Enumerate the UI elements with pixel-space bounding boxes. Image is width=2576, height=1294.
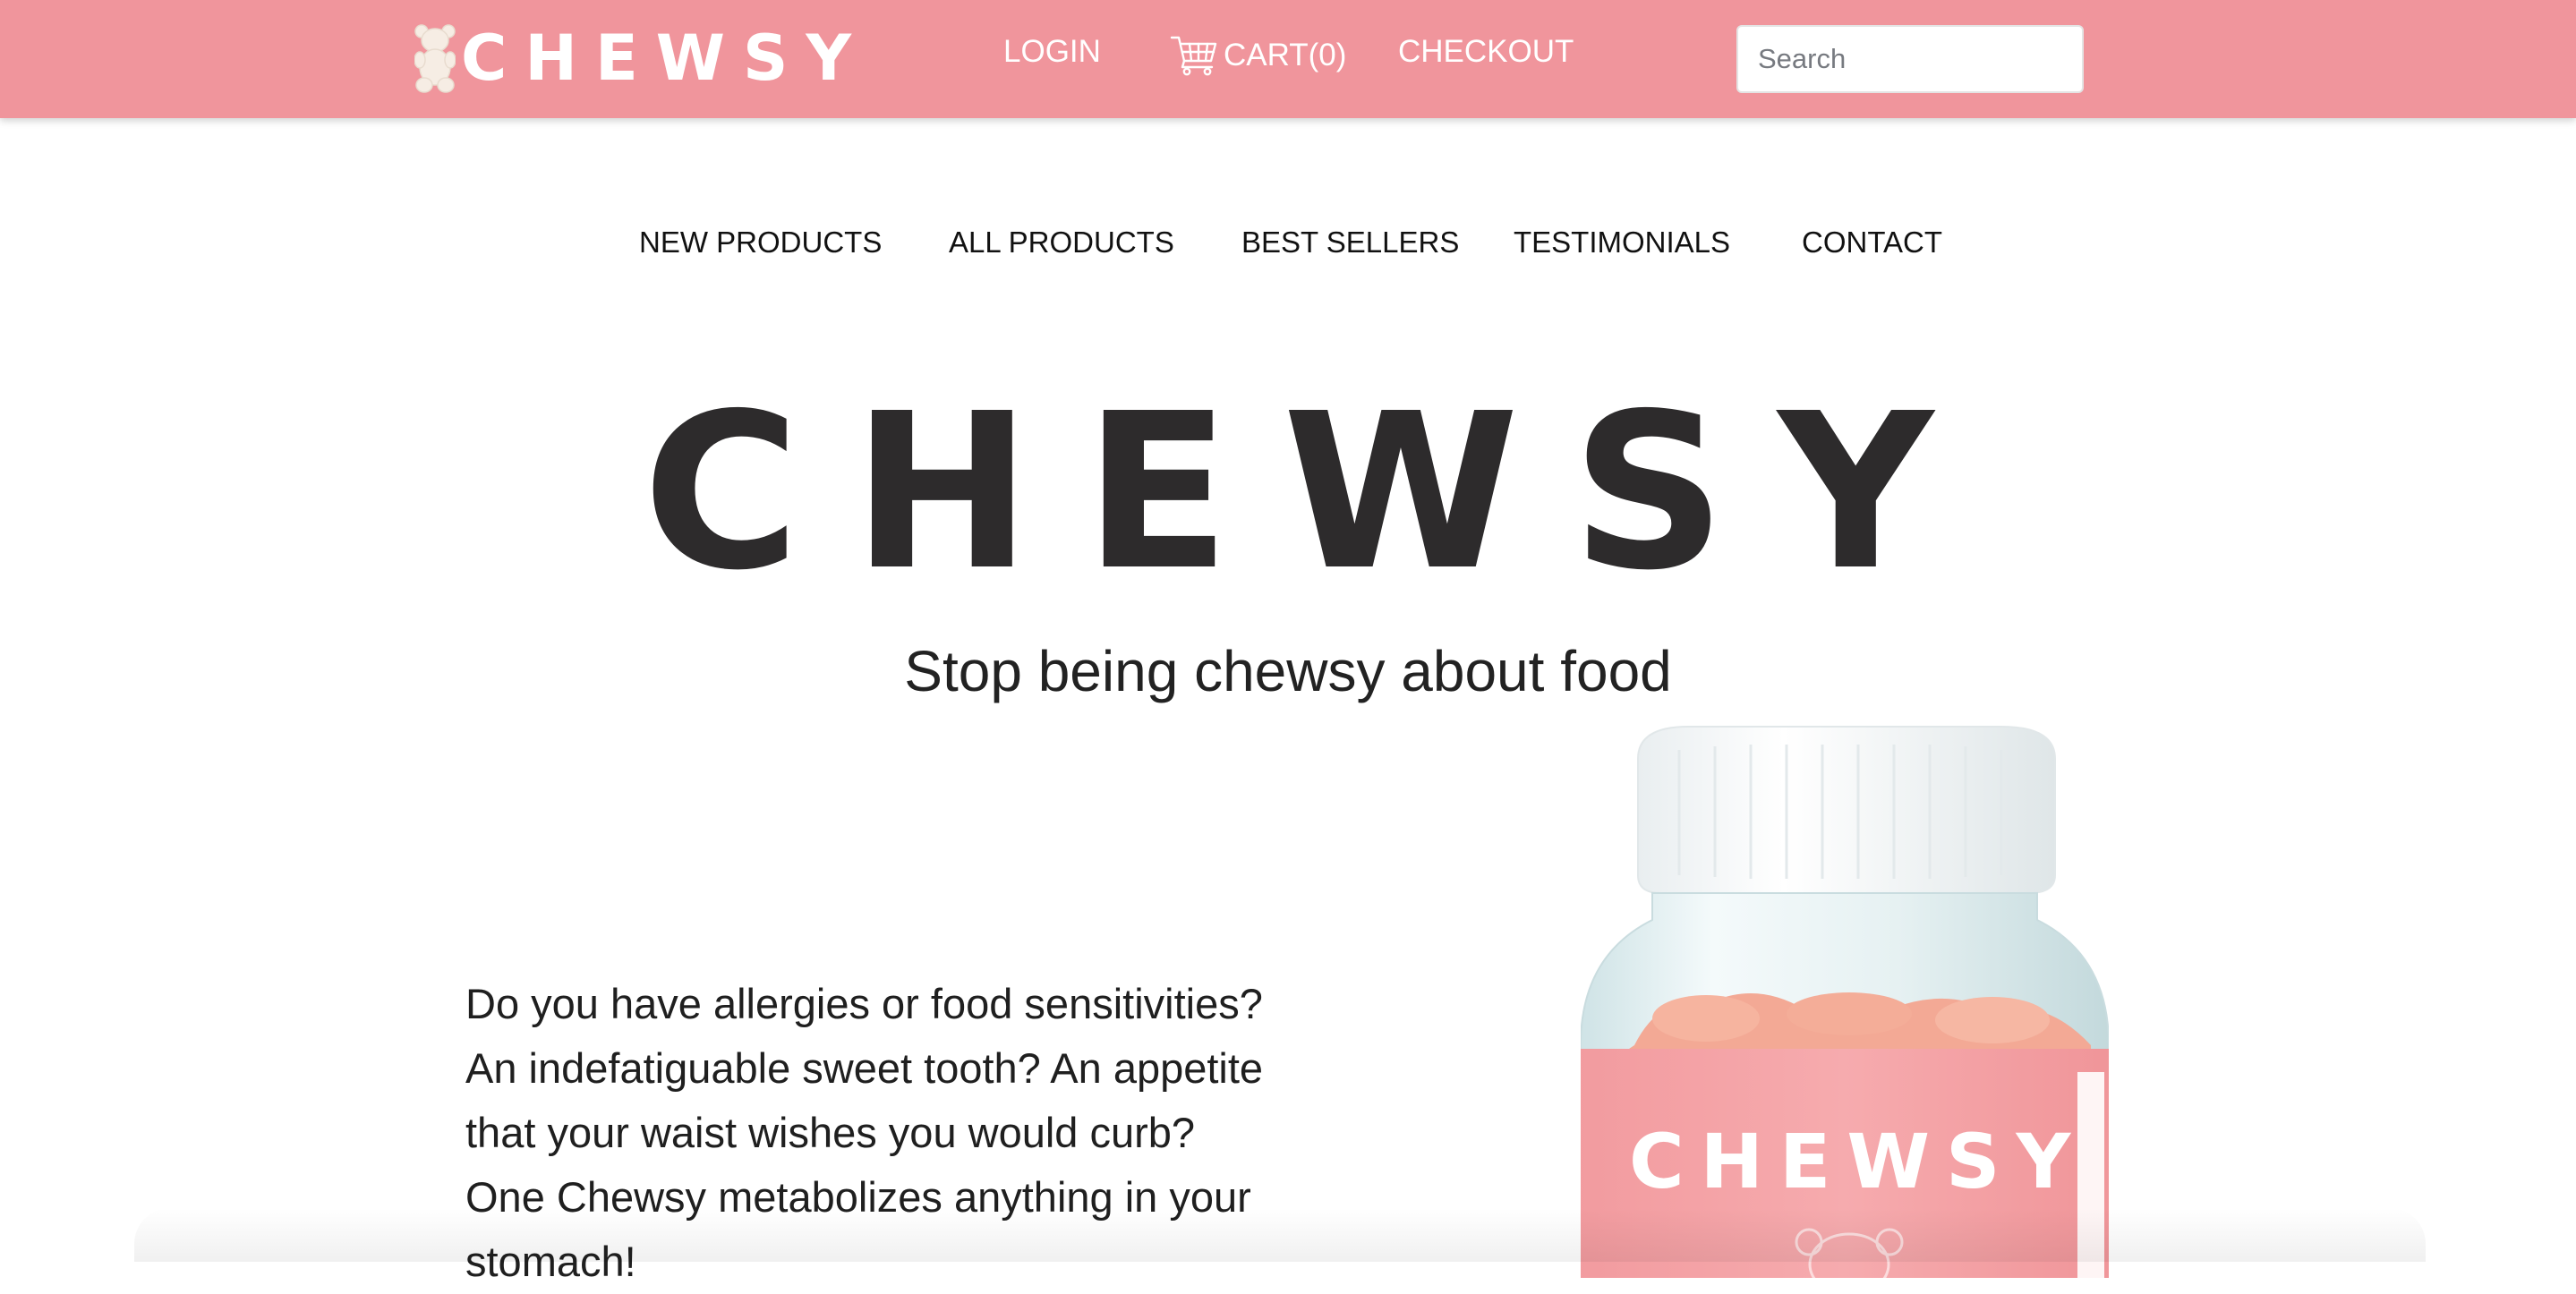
shopping-cart-icon [1170,36,1217,76]
cart-label: CART(0) [1224,38,1347,72]
nav-best-sellers[interactable]: BEST SELLERS [1241,222,1459,263]
cart-link[interactable]: CART(0) [1170,34,1346,77]
nav-new-products[interactable]: NEW PRODUCTS [639,222,882,263]
nav-all-products[interactable]: ALL PRODUCTS [949,222,1174,263]
search-input[interactable] [1736,25,2084,93]
hero-subtitle: Stop being chewsy about food [904,639,1672,703]
intro-paragraph: Do you have allergies or food sensitivit… [465,980,1264,1285]
checkout-link[interactable]: CHECKOUT [1398,32,1574,72]
nav-testimonials[interactable]: TESTIMONIALS [1514,222,1730,263]
login-link[interactable]: LOGIN [1003,32,1101,72]
nav-contact[interactable]: CONTACT [1802,222,1942,263]
hero-title: CHEWSY [642,367,1986,617]
jar-label-brand: CHEWSY [1629,1118,2087,1205]
main-nav: NEW PRODUCTS ALL PRODUCTS BEST SELLERS T… [0,222,2576,263]
brand-logo[interactable]: CHEWSY [414,20,869,97]
gummy-bear-icon [414,24,456,93]
top-bar: CHEWSY LOGIN CART(0) CHECKOUT [0,0,2576,118]
brand-name: CHEWSY [461,21,870,95]
